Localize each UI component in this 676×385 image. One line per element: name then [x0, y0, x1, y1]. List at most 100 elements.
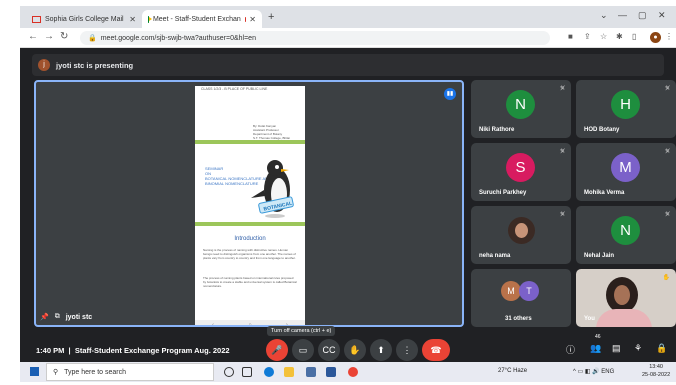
- others-avatar: T: [519, 281, 539, 301]
- meeting-time-title: 1:40 PM | Staff-Student Exchange Program…: [36, 346, 230, 355]
- tab-bar: Sophia Girls College Mail ✕ Meet - Staff…: [20, 6, 676, 28]
- taskbar-search[interactable]: ⚲ Type here to search: [46, 363, 214, 381]
- task-view-icon[interactable]: [242, 367, 252, 377]
- presenter-name: jyoti stc: [65, 313, 93, 321]
- mail-icon[interactable]: [306, 367, 316, 377]
- participant-tile[interactable]: ✎̸ N Nehal Jain: [576, 206, 676, 264]
- camera-permission-icon[interactable]: ■: [568, 32, 573, 41]
- lock-icon: 🔒: [88, 35, 97, 42]
- present-button[interactable]: ⬆: [370, 339, 392, 361]
- minimize-icon[interactable]: —: [618, 10, 627, 20]
- meeting-time: 1:40 PM: [36, 346, 65, 355]
- participant-tile[interactable]: ✎̸ H HOD Botany: [576, 80, 676, 138]
- others-avatar: M: [501, 281, 521, 301]
- presentation-stage[interactable]: CLASS 1/2/3 - B PLACE OF PUBLIC LINE By:…: [34, 80, 464, 327]
- chrome-icon[interactable]: [348, 367, 358, 377]
- weather-widget[interactable]: 27°C Haze: [498, 368, 527, 374]
- clock-date: 25-08-2022: [642, 372, 671, 378]
- reload-icon[interactable]: ↻: [60, 31, 68, 42]
- doc-page-introduction: Introduction Naming is the process of na…: [195, 232, 305, 325]
- participant-name: HOD Botany: [584, 127, 620, 133]
- language-indicator: ENG: [601, 369, 615, 375]
- camera-tooltip: Turn off camera (ctrl + e): [267, 326, 336, 336]
- participant-name: Niki Rathore: [479, 127, 515, 133]
- cover-author-block: By: Dolat Kanyan Assistant Professor Dep…: [253, 124, 290, 140]
- close-tab-icon[interactable]: ✕: [249, 15, 256, 24]
- menu-dots-icon[interactable]: ⋮: [665, 32, 673, 41]
- participant-name: Mohika Verma: [584, 190, 625, 196]
- participant-name: Nehal Jain: [584, 253, 615, 259]
- profile-avatar[interactable]: ●: [650, 32, 661, 43]
- tab-title: Meet - Staff-Student Exchan: [152, 15, 241, 23]
- more-options-button[interactable]: ⋮: [396, 339, 418, 361]
- camera-button[interactable]: ▭: [292, 339, 314, 361]
- close-tab-icon[interactable]: ✕: [129, 15, 136, 24]
- new-tab-button[interactable]: +: [268, 11, 274, 23]
- cover-line: S.T. Thomas College, Bhilai: [253, 136, 290, 140]
- file-explorer-icon[interactable]: [284, 367, 294, 377]
- info-icon[interactable]: ⓘ: [566, 343, 575, 356]
- taskbar: ⚲ Type here to search 27°C Haze ^ ▭ ◧ 🔊 …: [20, 362, 676, 382]
- browser-window: Sophia Girls College Mail ✕ Meet - Staff…: [20, 6, 676, 382]
- search-placeholder: Type here to search: [64, 368, 127, 376]
- activities-icon[interactable]: ⚘: [634, 343, 642, 354]
- cover-header: CLASS 1/2/3 - B PLACE OF PUBLIC LINE: [201, 87, 268, 91]
- search-icon: ⚲: [53, 369, 59, 376]
- close-window-icon[interactable]: ✕: [658, 10, 666, 21]
- intro-paragraph-2: The process of naming plants based on in…: [203, 276, 297, 288]
- forward-icon[interactable]: →: [44, 31, 54, 42]
- tab-search-icon[interactable]: ⌄: [600, 10, 608, 21]
- presenting-banner: j jyoti stc is presenting: [32, 54, 664, 76]
- clock-time: 13:40: [649, 364, 663, 370]
- tab-gmail[interactable]: Sophia Girls College Mail ✕: [26, 10, 142, 28]
- people-icon[interactable]: 👥: [590, 343, 601, 354]
- pin-icon[interactable]: 📌: [40, 313, 49, 321]
- raise-hand-button[interactable]: ✋: [344, 339, 366, 361]
- taskbar-clock[interactable]: 13:40 25-08-2022: [642, 363, 670, 379]
- url-field[interactable]: 🔒 meet.google.com/sjb-swjb-twa?authuser=…: [80, 31, 550, 45]
- gmail-icon: [32, 15, 41, 23]
- profile-photo: [508, 217, 535, 244]
- mic-off-icon: ✎̸: [559, 86, 565, 92]
- mic-off-icon: ✎̸: [664, 86, 670, 92]
- host-controls-icon[interactable]: 🔒: [656, 343, 667, 354]
- penguin-illustration: BOTANICAL: [251, 160, 294, 218]
- presenter-avatar: j: [38, 59, 50, 71]
- maximize-icon[interactable]: ▢: [638, 10, 647, 21]
- participant-photo: [471, 206, 571, 250]
- participant-avatar: H: [611, 90, 640, 119]
- participant-tile[interactable]: ✎̸ M Mohika Verma: [576, 143, 676, 201]
- mic-off-button[interactable]: 🎤: [266, 339, 288, 361]
- mic-off-icon: ✎̸: [664, 212, 670, 218]
- edge-icon[interactable]: [264, 367, 274, 377]
- pager-prev-icon[interactable]: ‹: [212, 322, 214, 326]
- presenting-text: jyoti stc is presenting: [56, 60, 134, 70]
- title-separator: |: [68, 346, 71, 355]
- presenter-label: 📌 ⧉ jyoti stc: [40, 313, 92, 321]
- back-icon[interactable]: ←: [28, 31, 38, 42]
- participant-tile[interactable]: ✎̸ S Suruchi Parkhey: [471, 143, 571, 201]
- system-tray[interactable]: ^ ▭ ◧ 🔊 ENG: [573, 368, 614, 375]
- cortana-icon[interactable]: [224, 367, 234, 377]
- bookmark-star-icon[interactable]: ☆: [600, 32, 607, 41]
- present-screen-icon[interactable]: ⧉: [55, 313, 60, 321]
- tab-meet[interactable]: Meet - Staff-Student Exchan ✕: [142, 10, 262, 28]
- side-panel-icon[interactable]: ▯: [632, 32, 636, 41]
- shared-document: CLASS 1/2/3 - B PLACE OF PUBLIC LINE By:…: [195, 86, 305, 326]
- captions-button[interactable]: CC: [318, 339, 340, 361]
- leave-call-button[interactable]: ☎: [422, 339, 450, 361]
- participant-tile[interactable]: ✎̸ N Niki Rathore: [471, 80, 571, 138]
- self-video: [606, 277, 638, 313]
- windows-start-icon[interactable]: [30, 367, 39, 376]
- others-tile[interactable]: M T 31 others: [471, 269, 571, 327]
- participant-avatar: S: [506, 153, 535, 182]
- meet-icon: [148, 15, 152, 23]
- chat-icon[interactable]: ▤: [612, 343, 621, 354]
- participant-tile[interactable]: ✎̸ neha nama: [471, 206, 571, 264]
- share-icon[interactable]: ⇪: [584, 32, 591, 41]
- self-name: You: [584, 316, 595, 322]
- doc-page-cover: CLASS 1/2/3 - B PLACE OF PUBLIC LINE By:…: [195, 86, 305, 144]
- word-icon[interactable]: [326, 367, 336, 377]
- extensions-icon[interactable]: ✱: [616, 32, 623, 41]
- self-view-tile[interactable]: ✋ You: [576, 269, 676, 327]
